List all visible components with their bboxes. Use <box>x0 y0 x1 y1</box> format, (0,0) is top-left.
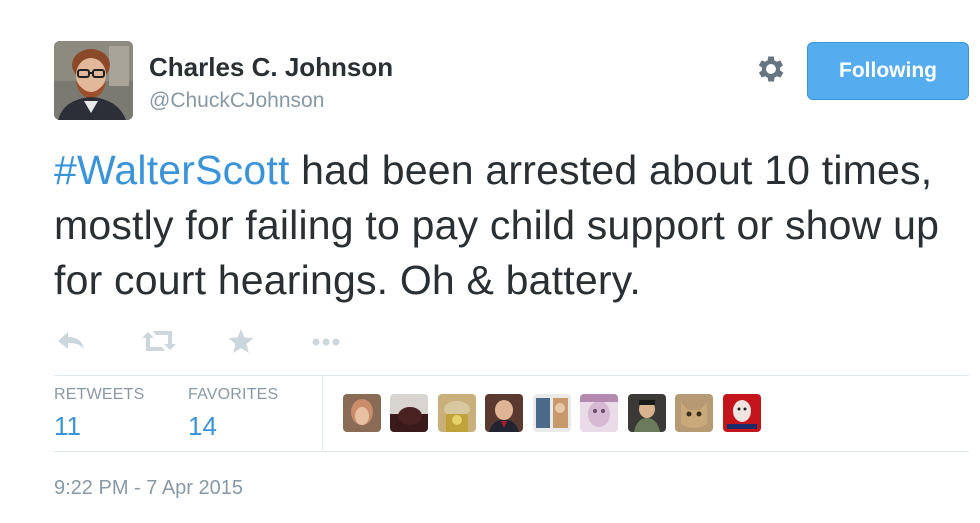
retweets-label: RETWEETS <box>54 386 145 403</box>
stats-separator <box>322 376 323 451</box>
user-display-name[interactable]: Charles C. Johnson <box>149 52 393 83</box>
retweets-stat[interactable]: RETWEETS 11 <box>54 386 145 442</box>
favoriter-avatar[interactable] <box>485 394 523 432</box>
favoriter-avatar[interactable] <box>390 394 428 432</box>
user-handle[interactable]: @ChuckCJohnson <box>149 89 324 113</box>
favoriter-avatar[interactable] <box>438 394 476 432</box>
retweets-count[interactable]: 11 <box>54 411 145 442</box>
tweet-timestamp[interactable]: 9:22 PM - 7 Apr 2015 <box>54 477 243 500</box>
favoriter-avatar[interactable] <box>675 394 713 432</box>
tweet-card: Charles C. Johnson @ChuckCJohnson Follow… <box>0 0 980 523</box>
stats-top-divider <box>54 375 969 376</box>
hashtag-link[interactable]: #WalterScott <box>54 147 290 193</box>
avatar-image <box>54 41 133 120</box>
favorites-count[interactable]: 14 <box>188 411 278 442</box>
following-button[interactable]: Following <box>807 42 969 100</box>
favoriter-avatar[interactable] <box>580 394 618 432</box>
favorites-stat[interactable]: FAVORITES 14 <box>188 386 278 442</box>
favoriter-avatar[interactable] <box>628 394 666 432</box>
more-icon[interactable] <box>308 326 342 356</box>
user-avatar[interactable] <box>54 41 133 120</box>
favoriter-avatar[interactable] <box>533 394 571 432</box>
retweet-icon[interactable] <box>140 326 176 356</box>
tweet-text: #WalterScott had been arrested about 10 … <box>54 143 974 308</box>
favoriter-avatar[interactable] <box>343 394 381 432</box>
reply-icon[interactable] <box>54 326 88 356</box>
favorite-star-icon[interactable] <box>225 326 259 356</box>
stats-bottom-divider <box>54 451 969 452</box>
favorites-label: FAVORITES <box>188 386 279 403</box>
favoriter-avatar[interactable] <box>723 394 761 432</box>
gear-icon[interactable] <box>754 52 788 86</box>
